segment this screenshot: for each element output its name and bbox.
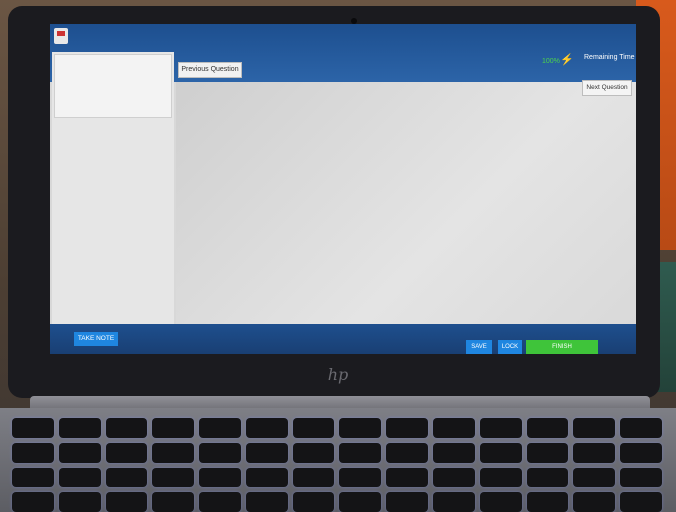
key <box>152 492 195 512</box>
key <box>433 442 475 463</box>
key <box>573 467 616 488</box>
question-list-panel[interactable] <box>52 52 174 324</box>
key <box>479 442 522 463</box>
question-content-area[interactable] <box>176 82 636 324</box>
key <box>526 442 569 463</box>
key <box>479 418 522 438</box>
battery-level: 100% <box>542 58 560 65</box>
key <box>339 442 382 463</box>
key <box>292 467 335 488</box>
key <box>12 442 54 463</box>
previous-question-button[interactable]: Previous Question <box>178 62 242 78</box>
key <box>105 442 148 463</box>
key <box>526 467 569 488</box>
key <box>245 467 288 488</box>
key <box>199 418 241 438</box>
question-list-item[interactable] <box>54 54 172 118</box>
key <box>12 467 54 488</box>
key <box>620 418 662 438</box>
key <box>433 418 475 438</box>
next-question-button[interactable]: Next Question <box>582 80 632 96</box>
key <box>339 467 382 488</box>
key <box>433 467 475 488</box>
bottom-bar: TAKE NOTE SAVE LOCK FINISH <box>50 324 636 354</box>
key <box>245 442 288 463</box>
key <box>199 442 241 463</box>
keyboard <box>12 418 662 512</box>
key <box>620 467 662 488</box>
key <box>58 442 101 463</box>
key <box>620 442 662 463</box>
key <box>245 492 288 512</box>
key <box>12 492 54 512</box>
key <box>339 418 382 438</box>
app-logo-icon <box>54 28 68 44</box>
key <box>433 492 475 512</box>
key <box>245 418 288 438</box>
key <box>152 442 195 463</box>
key <box>573 418 616 438</box>
key <box>620 492 662 512</box>
key <box>292 442 335 463</box>
take-note-button[interactable]: TAKE NOTE <box>74 332 118 346</box>
key <box>573 492 616 512</box>
key <box>339 492 382 512</box>
exam-screen: 100% ⚡ Remaining Time Previous Question … <box>50 24 636 354</box>
remaining-time-label: Remaining Time <box>584 54 635 61</box>
key <box>573 442 616 463</box>
key <box>152 467 195 488</box>
key <box>292 492 335 512</box>
key <box>58 467 101 488</box>
battery-charging-icon: ⚡ <box>560 54 574 66</box>
key <box>58 492 101 512</box>
key <box>58 418 101 438</box>
key <box>386 418 429 438</box>
key <box>105 467 148 488</box>
key <box>386 442 429 463</box>
lock-button[interactable]: LOCK <box>498 340 522 354</box>
save-button[interactable]: SAVE <box>466 340 492 354</box>
finish-button[interactable]: FINISH <box>526 340 598 354</box>
key <box>105 492 148 512</box>
key <box>386 492 429 512</box>
key <box>292 418 335 438</box>
hp-logo: hp <box>327 365 349 384</box>
key <box>152 418 195 438</box>
key <box>526 418 569 438</box>
key <box>105 418 148 438</box>
key <box>526 492 569 512</box>
key <box>479 467 522 488</box>
key <box>199 467 241 488</box>
key <box>479 492 522 512</box>
key <box>199 492 241 512</box>
key <box>386 467 429 488</box>
laptop-lid: 100% ⚡ Remaining Time Previous Question … <box>8 6 660 398</box>
key <box>12 418 54 438</box>
